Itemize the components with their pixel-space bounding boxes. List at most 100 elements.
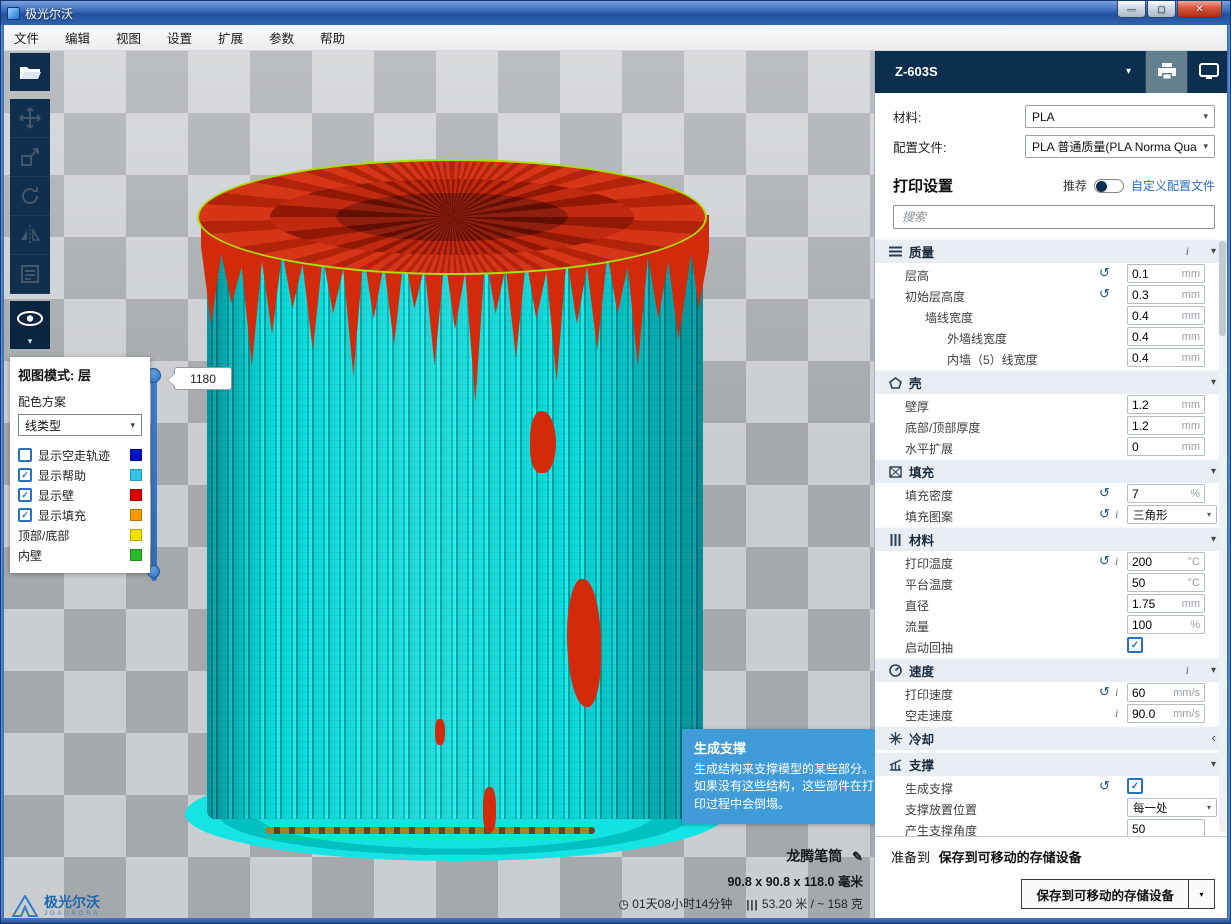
color-scheme-label: 配色方案 (18, 393, 142, 410)
show-travels-checkbox[interactable] (18, 448, 32, 462)
info-icon[interactable]: i (1115, 554, 1118, 569)
setting-input[interactable]: 50 °C (1127, 573, 1205, 592)
section-header-quality[interactable]: 质量 i ▾ (875, 239, 1229, 263)
setting-select[interactable]: 三角形 ▾ (1127, 505, 1217, 524)
setting-input[interactable]: 7 % (1127, 484, 1205, 503)
menu-item-settings[interactable]: 设置 (154, 25, 205, 50)
tab-monitor[interactable] (1187, 49, 1229, 93)
view-mode-expander[interactable]: ▾ (10, 335, 50, 349)
window-frame-bottom (1, 918, 1230, 923)
rotate-tool-button[interactable] (10, 177, 50, 216)
menu-item-parameters[interactable]: 参数 (256, 25, 307, 50)
setup-mode-toggle[interactable] (1094, 179, 1124, 193)
reset-icon[interactable]: ↺ (1099, 507, 1110, 520)
setting-input[interactable]: 0.4 mm (1127, 348, 1205, 367)
mirror-tool-button[interactable] (10, 216, 50, 255)
reset-icon[interactable]: ↺ (1099, 266, 1110, 279)
info-icon[interactable]: i (1115, 706, 1118, 721)
color-swatch (130, 489, 142, 501)
section-header-shell[interactable]: 壳 ▾ (875, 370, 1229, 394)
layer-range-slider[interactable] (151, 371, 157, 581)
chevron-down-icon: ▾ (1211, 377, 1216, 388)
menu-item-help[interactable]: 帮助 (307, 25, 358, 50)
save-options-dropdown[interactable]: ▾ (1189, 879, 1215, 909)
menu-item-view[interactable]: 视图 (103, 25, 154, 50)
info-icon[interactable]: i (1186, 663, 1189, 678)
scale-tool-button[interactable] (10, 138, 50, 177)
minimize-button[interactable]: — (1117, 1, 1146, 18)
open-folder-icon (19, 64, 41, 81)
custom-profile-link[interactable]: 自定义配置文件 (1131, 177, 1215, 194)
section-title: 冷却 (909, 729, 934, 748)
reset-icon[interactable]: ↺ (1099, 554, 1110, 567)
setting-input[interactable]: 0.3 mm (1127, 285, 1205, 304)
setting-label: 内墙（5）线宽度 (947, 351, 1038, 368)
printer-select[interactable]: Z-603S ▾ (875, 49, 1145, 93)
color-scheme-value: 线类型 (25, 417, 61, 434)
menu-item-edit[interactable]: 编辑 (52, 25, 103, 50)
check-icon: ✓ (21, 510, 29, 521)
profile-select[interactable]: PLA 普通质量(PLA Norma Qua ▾ (1025, 135, 1215, 158)
reset-icon[interactable]: ↺ (1099, 486, 1110, 499)
setting-input[interactable]: 0.4 mm (1127, 306, 1205, 325)
close-button[interactable]: ✕ (1177, 1, 1222, 18)
scrollbar-thumb[interactable] (1219, 241, 1226, 336)
setting-input[interactable]: 60 mm/s (1127, 683, 1205, 702)
tab-prepare[interactable] (1145, 49, 1187, 93)
setting-value: 0 (1132, 440, 1182, 454)
viewport-3d[interactable]: ▾ 视图模式: 层 配色方案 线类型 ▾ 显示空走轨迹 ✓ 显示帮助 (2, 51, 875, 922)
section-header-infill[interactable]: 填充 ▾ (875, 459, 1229, 483)
speed-icon (887, 664, 903, 677)
support-placement-select[interactable]: 每一处 ▾ (1127, 798, 1217, 817)
info-icon[interactable]: i (1115, 685, 1118, 700)
reset-icon[interactable]: ↺ (1099, 287, 1110, 300)
show-infill-checkbox[interactable]: ✓ (18, 508, 32, 522)
material-select[interactable]: PLA ▾ (1025, 105, 1215, 128)
setting-input[interactable]: 0 mm (1127, 437, 1205, 456)
setting-value: 50 (1132, 822, 1200, 836)
color-scheme-select[interactable]: 线类型 ▾ (18, 414, 142, 436)
settings-scrollbar[interactable] (1219, 241, 1226, 832)
info-icon[interactable]: i (1186, 244, 1189, 259)
section-header-cooling[interactable]: 冷却 ‹ (875, 726, 1229, 750)
save-to-removable-button[interactable]: 保存到可移动的存储设备 (1021, 879, 1189, 909)
mirror-icon (19, 224, 41, 246)
rename-pencil-icon[interactable]: ✎ (852, 849, 863, 864)
maximize-button[interactable]: ▢ (1147, 1, 1176, 18)
per-model-settings-button[interactable] (10, 255, 50, 294)
title-bar[interactable]: 极光尔沃 — ▢ ✕ (1, 1, 1230, 25)
check-icon: ✓ (21, 470, 29, 481)
setting-input[interactable]: 0.4 mm (1127, 327, 1205, 346)
setting-input[interactable]: 1.2 mm (1127, 395, 1205, 414)
setting-input[interactable]: 0.1 mm (1127, 264, 1205, 283)
show-helpers-checkbox[interactable]: ✓ (18, 468, 32, 482)
section-header-material[interactable]: 材料 ▾ (875, 527, 1229, 551)
setting-row: 内墙（5）线宽度 0.4 mm (875, 347, 1229, 368)
retraction-checkbox[interactable]: ✓ (1127, 637, 1143, 653)
view-mode-button[interactable] (10, 301, 50, 335)
section-header-speed[interactable]: 速度 i ▾ (875, 658, 1229, 682)
info-icon[interactable]: i (1115, 507, 1118, 522)
setting-input[interactable]: 50 (1127, 819, 1205, 836)
settings-list: 质量 i ▾ 层高 ↺ 0.1 mm 初始层高度 ↺ 0.3 mm (875, 237, 1229, 836)
setting-label: 平台温度 (905, 576, 953, 593)
setting-row: 初始层高度 ↺ 0.3 mm (875, 284, 1229, 305)
reset-icon[interactable]: ↺ (1099, 779, 1110, 792)
move-tool-button[interactable] (10, 99, 50, 138)
menu-item-extensions[interactable]: 扩展 (205, 25, 256, 50)
setting-input[interactable]: 100 % (1127, 615, 1205, 634)
reset-icon[interactable]: ↺ (1099, 685, 1110, 698)
sliced-model[interactable] (185, 159, 725, 861)
setting-input[interactable]: 1.2 mm (1127, 416, 1205, 435)
setting-input[interactable]: 200 °C (1127, 552, 1205, 571)
search-input[interactable] (893, 205, 1215, 229)
open-file-button[interactable] (10, 53, 50, 91)
setting-input[interactable]: 1.75 mm (1127, 594, 1205, 613)
section-title: 材料 (909, 530, 934, 549)
menu-item-file[interactable]: 文件 (1, 25, 52, 50)
setting-input[interactable]: 90.0 mm/s (1127, 704, 1205, 723)
color-swatch (130, 469, 142, 481)
generate-support-checkbox[interactable]: ✓ (1127, 778, 1143, 794)
show-shell-checkbox[interactable]: ✓ (18, 488, 32, 502)
section-header-support[interactable]: 支撑 ▾ (875, 752, 1229, 776)
